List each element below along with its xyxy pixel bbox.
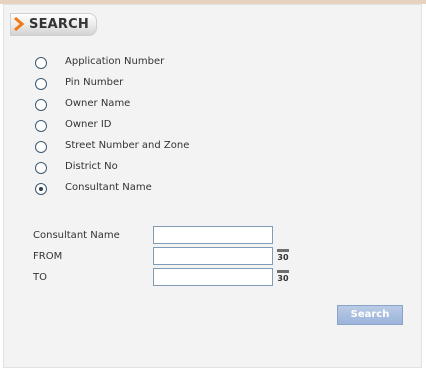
option-street-number-zone[interactable]: Street Number and Zone [35, 139, 255, 160]
radio-application-number[interactable] [35, 57, 47, 69]
option-label: Application Number [65, 56, 165, 67]
option-label: Owner Name [65, 98, 131, 109]
consultant-name-input[interactable] [153, 226, 273, 244]
search-button[interactable]: Search [337, 305, 403, 325]
calendar-icon[interactable]: 30 [277, 270, 289, 285]
option-owner-id[interactable]: Owner ID [35, 118, 255, 139]
radio-district-no[interactable] [35, 162, 47, 174]
option-owner-name[interactable]: Owner Name [35, 97, 255, 118]
radio-owner-id[interactable] [35, 120, 47, 132]
consultant-name-label: Consultant Name [33, 230, 120, 241]
from-date-row: FROM 30 [33, 247, 333, 268]
from-label: FROM [33, 251, 63, 262]
search-form: Consultant Name FROM 30 TO 30 [33, 226, 333, 289]
radio-owner-name[interactable] [35, 99, 47, 111]
calendar-icon-day: 30 [277, 253, 289, 262]
radio-consultant-name[interactable] [35, 183, 47, 195]
calendar-icon-day: 30 [277, 274, 289, 283]
option-label: Street Number and Zone [65, 140, 190, 151]
option-consultant-name[interactable]: Consultant Name [35, 181, 255, 202]
to-label: TO [33, 272, 47, 283]
search-header-tab: SEARCH [10, 13, 97, 36]
search-title: SEARCH [29, 17, 89, 32]
calendar-icon[interactable]: 30 [277, 249, 289, 264]
radio-street-number-zone[interactable] [35, 141, 47, 153]
from-date-input[interactable] [153, 247, 273, 265]
option-district-no[interactable]: District No [35, 160, 255, 181]
option-label: Consultant Name [65, 182, 152, 193]
option-label: Owner ID [65, 119, 112, 130]
consultant-name-row: Consultant Name [33, 226, 333, 247]
chevron-right-icon [14, 16, 25, 32]
option-label: Pin Number [65, 77, 124, 88]
search-criteria-radio-group: Application Number Pin Number Owner Name… [35, 55, 255, 202]
radio-pin-number[interactable] [35, 78, 47, 90]
option-pin-number[interactable]: Pin Number [35, 76, 255, 97]
to-date-input[interactable] [153, 268, 273, 286]
bottom-border [0, 368, 426, 372]
option-application-number[interactable]: Application Number [35, 55, 255, 76]
to-date-row: TO 30 [33, 268, 333, 289]
option-label: District No [65, 161, 118, 172]
